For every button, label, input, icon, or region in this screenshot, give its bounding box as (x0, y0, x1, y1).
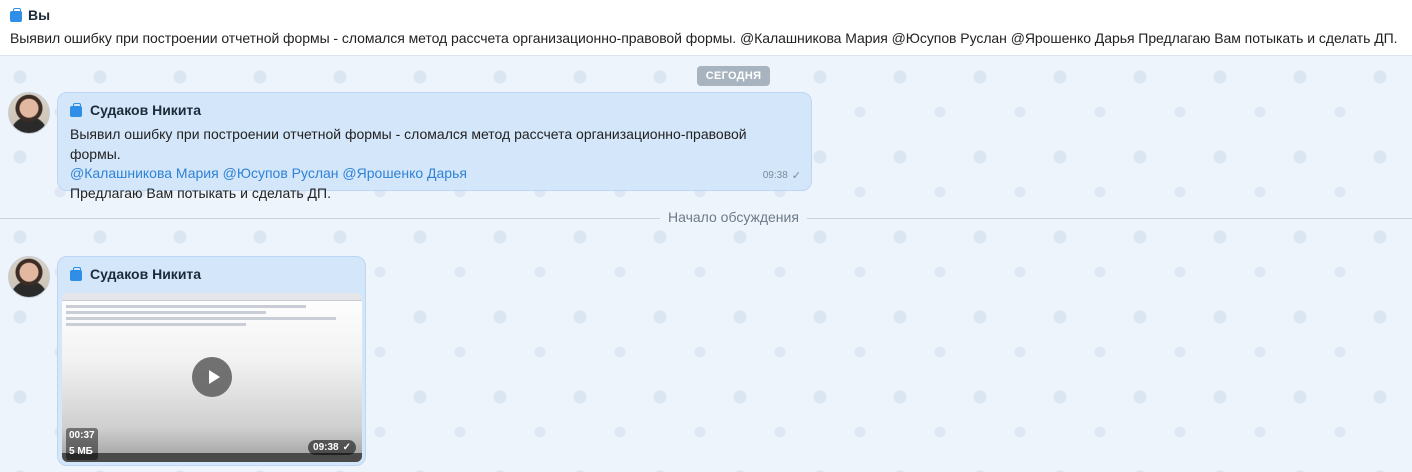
check-icon: ✓ (791, 170, 801, 182)
video-preview-row (66, 323, 246, 326)
message-meta: 09:38 ✓ (308, 440, 356, 455)
sender-name: Судаков Никита (90, 266, 202, 282)
pinned-text: Выявил ошибку при построении отчетной фо… (10, 30, 1398, 46)
avatar[interactable] (8, 256, 50, 298)
briefcase-icon (70, 266, 82, 281)
chat-area[interactable]: СЕГОДНЯ Судаков Никита Выявил ошибку при… (0, 57, 1412, 472)
date-separator: СЕГОДНЯ (697, 66, 770, 86)
video-preview-row (66, 305, 306, 308)
message-sender[interactable]: Судаков Никита (70, 102, 799, 118)
pinned-message[interactable]: Вы Выявил ошибку при построении отчетной… (0, 0, 1412, 56)
avatar[interactable] (8, 92, 50, 134)
pinned-header: Вы (10, 6, 1412, 24)
video-size: 5 МБ (69, 446, 93, 457)
briefcase-icon (70, 102, 82, 117)
message-text: Выявил ошибку при построении отчетной фо… (70, 125, 799, 203)
briefcase-icon (10, 7, 22, 22)
sender-name: Судаков Никита (90, 102, 202, 118)
video-preview-toolbar (62, 293, 362, 301)
video-thumbnail[interactable]: 00:37 5 МБ 09:38 ✓ (62, 293, 362, 462)
message-line: Выявил ошибку при построении отчетной фо… (70, 126, 747, 162)
message-sender[interactable]: Судаков Никита (70, 266, 201, 282)
message-line: Предлагаю Вам потыкать и сделать ДП. (70, 184, 331, 201)
mention-link[interactable]: @Юсупов Руслан (223, 165, 339, 181)
mention-link[interactable]: @Калашникова Мария (70, 165, 219, 181)
message-time: 09:38 (313, 442, 339, 453)
message-time: 09:38 (762, 170, 788, 181)
play-icon (208, 370, 220, 384)
message-bubble[interactable]: Судаков Никита Выявил ошибку при построе… (57, 92, 812, 201)
check-icon: ✓ (342, 442, 351, 453)
message-bubble[interactable]: Судаков Никита 00:37 5 МБ 09:38 ✓ (57, 256, 366, 466)
mention-line: @Калашникова Мария @Юсупов Руслан @Яроше… (70, 164, 799, 184)
play-button[interactable] (192, 357, 232, 397)
video-duration: 00:37 (69, 430, 95, 441)
mention-link[interactable]: @Ярошенко Дарья (342, 165, 467, 181)
pinned-author: Вы (28, 7, 51, 23)
thread-divider-label: Начало обсуждения (660, 209, 807, 225)
message-meta: 09:38 ✓ (763, 169, 801, 182)
video-preview-row (66, 311, 266, 314)
video-info: 00:37 5 МБ (66, 428, 98, 460)
video-preview-row (66, 317, 336, 320)
